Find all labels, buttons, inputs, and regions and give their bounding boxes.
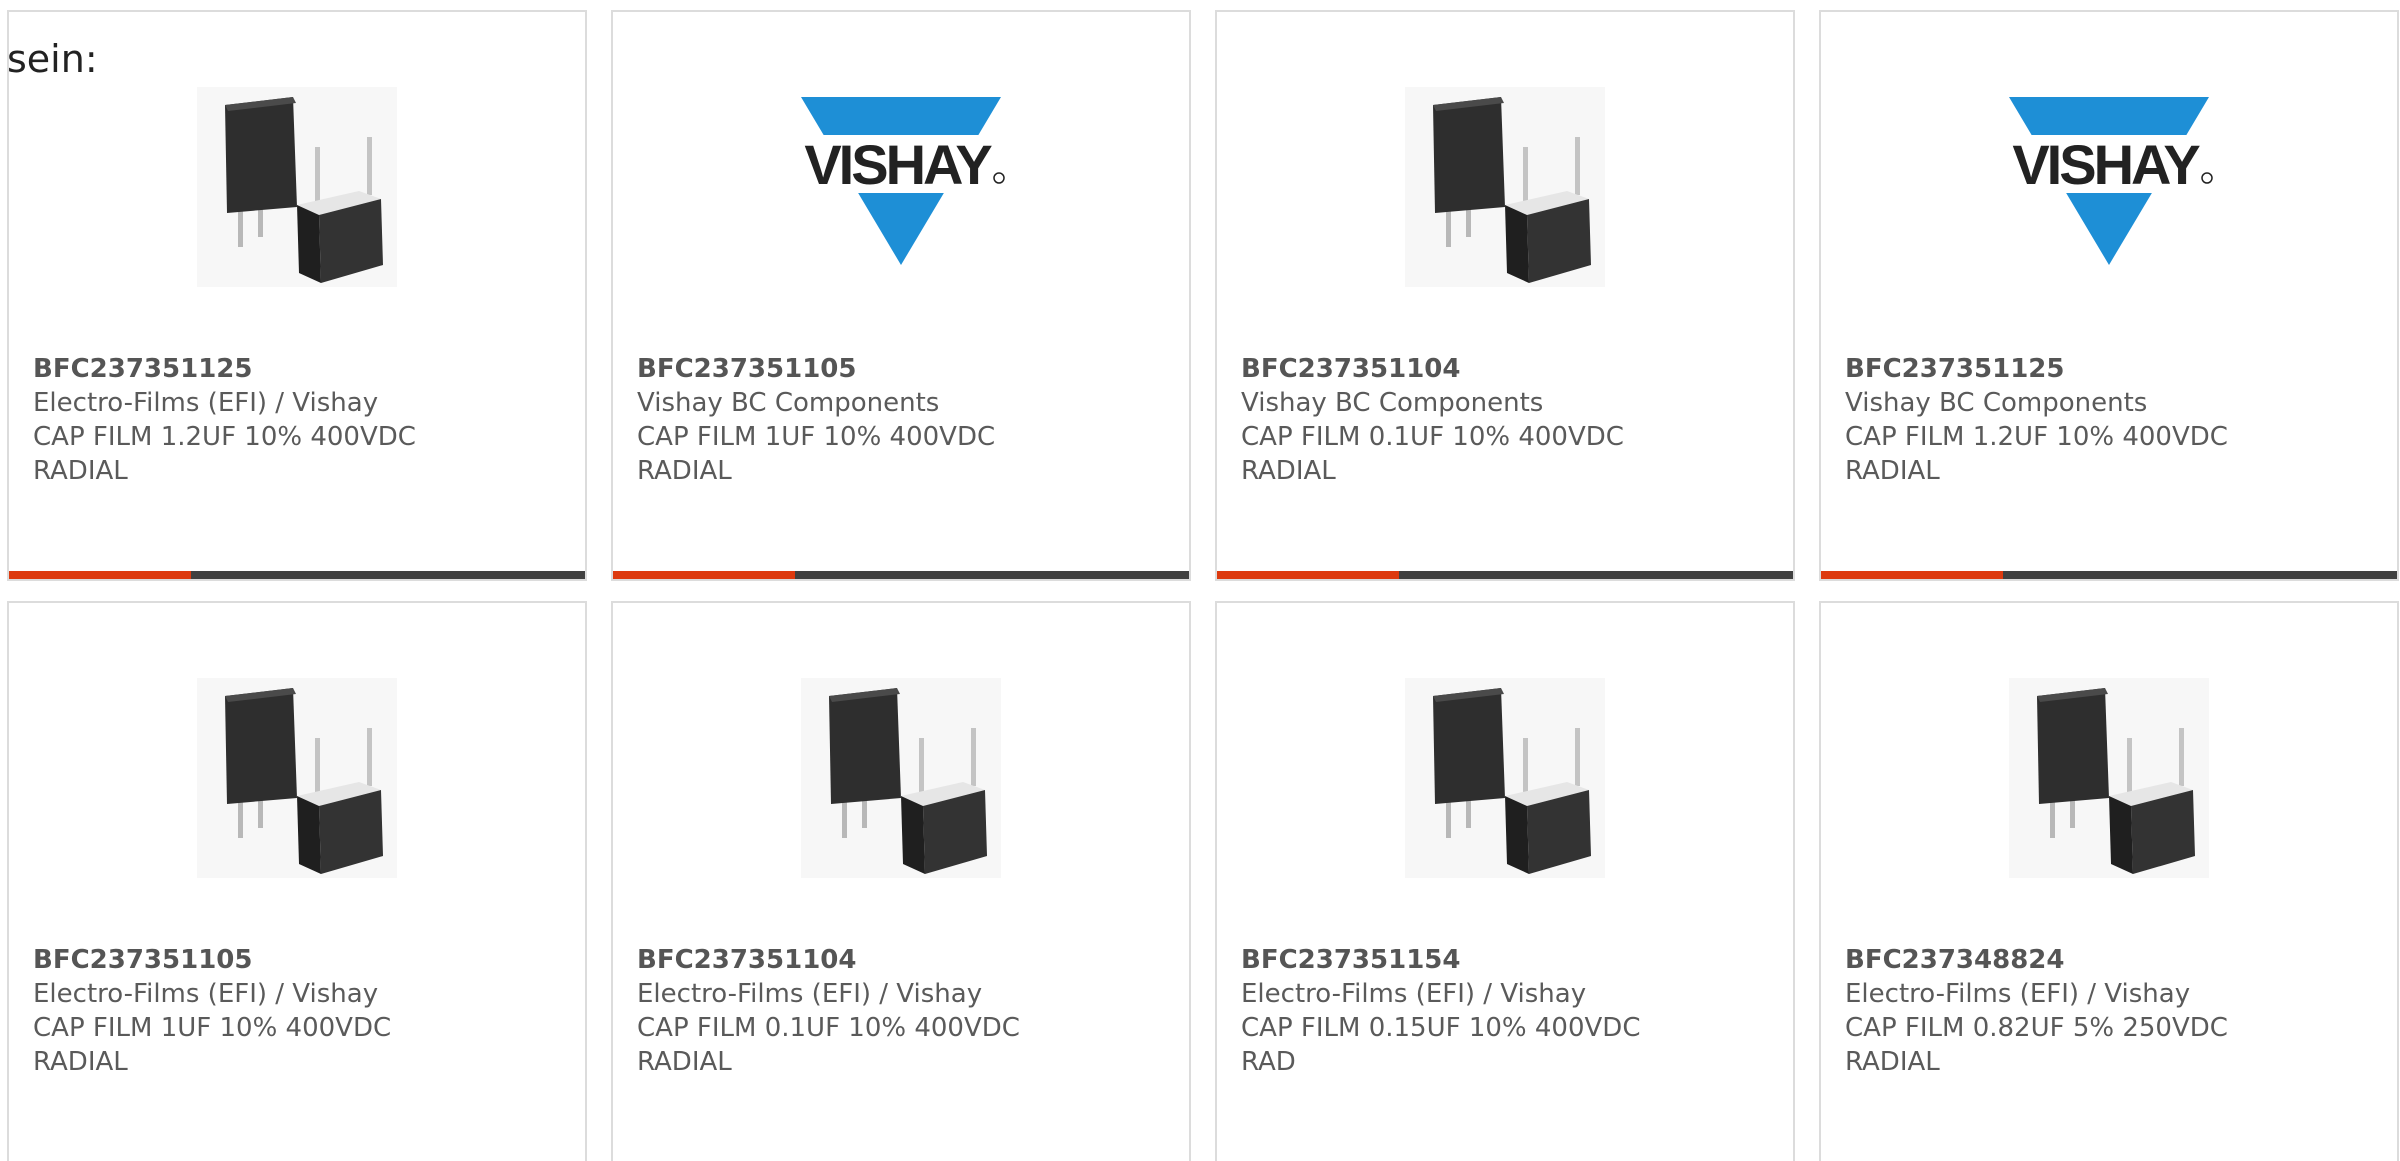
product-card[interactable]: VISHAY BFC237351105 Vishay BC Components C…: [611, 10, 1191, 581]
accent-segment: [9, 571, 191, 579]
product-card[interactable]: BFC237351154 Electro-Films (EFI) / Vishay…: [1215, 601, 1795, 1161]
package-type: RAD: [1241, 1047, 1296, 1077]
intro-text: sein:: [7, 37, 98, 81]
manufacturer: Electro-Films (EFI) / Vishay: [1241, 979, 1587, 1009]
product-details: BFC237351105 Vishay BC Components CAP FILM…: [637, 352, 1169, 488]
part-number[interactable]: BFC237351125: [33, 352, 565, 386]
capacitor-product-image[interactable]: [1821, 678, 2397, 878]
part-number[interactable]: BFC237351105: [33, 943, 565, 977]
accent-segment: [1217, 571, 1399, 579]
product-details: BFC237351125 Vishay BC Components CAP FILM…: [1845, 352, 2377, 488]
card-accent-bar: [613, 571, 1189, 579]
capacitor-product-image[interactable]: [9, 87, 585, 287]
card-accent-bar: [1217, 571, 1793, 579]
product-description: CAP FILM 1UF 10% 400VDC: [637, 422, 996, 452]
package-type: RADIAL: [1845, 456, 1940, 486]
part-number[interactable]: BFC237351104: [637, 943, 1169, 977]
product-details: BFC237348824 Electro-Films (EFI) / Vishay…: [1845, 943, 2377, 1079]
product-description: CAP FILM 0.1UF 10% 400VDC: [637, 1013, 1020, 1043]
accent-segment: [613, 571, 795, 579]
product-card[interactable]: BFC237351104 Vishay BC Components CAP FILM…: [1215, 10, 1795, 581]
manufacturer: Electro-Films (EFI) / Vishay: [33, 388, 379, 418]
product-card[interactable]: BFC237348824 Electro-Films (EFI) / Vishay…: [1819, 601, 2399, 1161]
capacitor-product-image[interactable]: [613, 678, 1189, 878]
package-type: RADIAL: [1241, 456, 1336, 486]
dark-segment: [795, 571, 1189, 579]
product-details: BFC237351104 Electro-Films (EFI) / Vishay…: [637, 943, 1169, 1079]
manufacturer: Electro-Films (EFI) / Vishay: [637, 979, 983, 1009]
vishay-logo-text: VISHAY: [804, 133, 992, 196]
product-card[interactable]: BFC237351104 Electro-Films (EFI) / Vishay…: [611, 601, 1191, 1161]
dark-segment: [191, 571, 585, 579]
vishay-logo[interactable]: VISHAY: [1821, 87, 2397, 287]
package-type: RADIAL: [637, 1047, 732, 1077]
product-grid: BFC237351125 Electro-Films (EFI) / Vishay…: [7, 10, 2399, 1161]
package-type: RADIAL: [637, 456, 732, 486]
product-description: CAP FILM 0.82UF 5% 250VDC: [1845, 1013, 2228, 1043]
card-accent-bar: [1821, 571, 2397, 579]
part-number[interactable]: BFC237351154: [1241, 943, 1773, 977]
package-type: RADIAL: [1845, 1047, 1940, 1077]
page: sein: BFC237351125 Electro-Films (EFI) / …: [0, 0, 2400, 1161]
product-description: CAP FILM 0.1UF 10% 400VDC: [1241, 422, 1624, 452]
part-number[interactable]: BFC237351105: [637, 352, 1169, 386]
manufacturer: Vishay BC Components: [1241, 388, 1544, 418]
capacitor-product-image[interactable]: [9, 678, 585, 878]
package-type: RADIAL: [33, 456, 128, 486]
accent-segment: [1821, 571, 2003, 579]
product-details: BFC237351154 Electro-Films (EFI) / Vishay…: [1241, 943, 1773, 1079]
product-card[interactable]: BFC237351105 Electro-Films (EFI) / Vishay…: [7, 601, 587, 1161]
capacitor-product-image[interactable]: [1217, 87, 1793, 287]
capacitor-product-image[interactable]: [1217, 678, 1793, 878]
product-details: BFC237351105 Electro-Films (EFI) / Vishay…: [33, 943, 565, 1079]
package-type: RADIAL: [33, 1047, 128, 1077]
part-number[interactable]: BFC237351104: [1241, 352, 1773, 386]
vishay-logo[interactable]: VISHAY: [613, 87, 1189, 287]
product-description: CAP FILM 1.2UF 10% 400VDC: [33, 422, 416, 452]
product-details: BFC237351104 Vishay BC Components CAP FILM…: [1241, 352, 1773, 488]
product-description: CAP FILM 1UF 10% 400VDC: [33, 1013, 392, 1043]
product-description: CAP FILM 0.15UF 10% 400VDC: [1241, 1013, 1641, 1043]
manufacturer: Electro-Films (EFI) / Vishay: [33, 979, 379, 1009]
product-details: BFC237351125 Electro-Films (EFI) / Vishay…: [33, 352, 565, 488]
part-number[interactable]: BFC237351125: [1845, 352, 2377, 386]
product-card[interactable]: VISHAY BFC237351125 Vishay BC Components C…: [1819, 10, 2399, 581]
part-number[interactable]: BFC237348824: [1845, 943, 2377, 977]
manufacturer: Vishay BC Components: [1845, 388, 2148, 418]
manufacturer: Vishay BC Components: [637, 388, 940, 418]
dark-segment: [1399, 571, 1793, 579]
product-card[interactable]: BFC237351125 Electro-Films (EFI) / Vishay…: [7, 10, 587, 581]
card-accent-bar: [9, 571, 585, 579]
dark-segment: [2003, 571, 2397, 579]
vishay-logo-text: VISHAY: [2012, 133, 2200, 196]
product-description: CAP FILM 1.2UF 10% 400VDC: [1845, 422, 2228, 452]
manufacturer: Electro-Films (EFI) / Vishay: [1845, 979, 2191, 1009]
